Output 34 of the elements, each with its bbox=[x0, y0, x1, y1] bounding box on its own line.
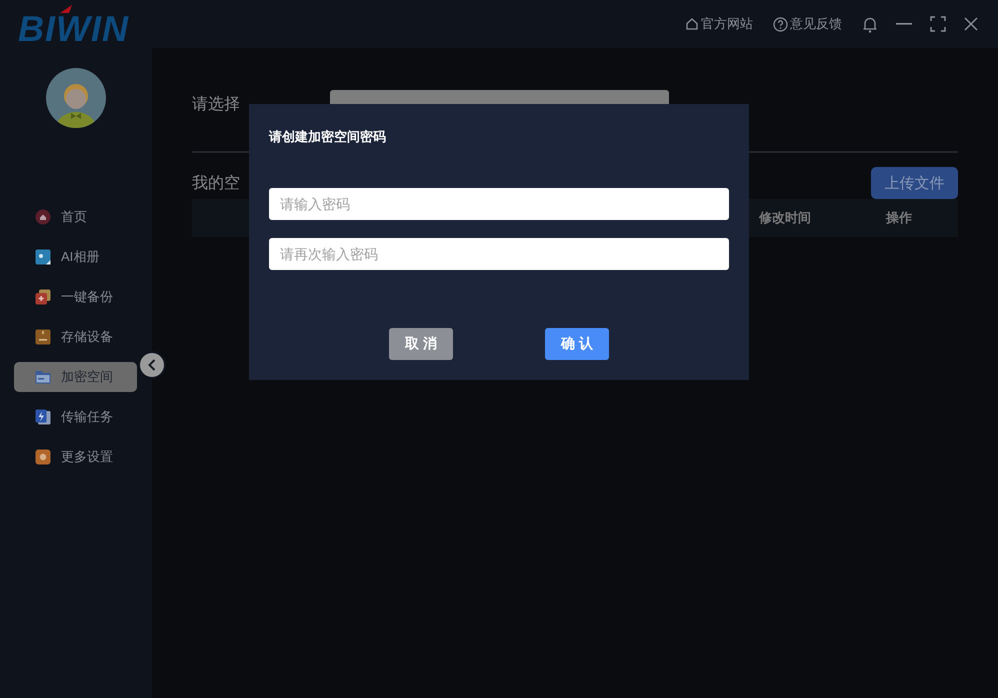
sidebar-item[interactable]: 更多设置 bbox=[14, 442, 137, 472]
dialog-title: 请创建加密空间密码 bbox=[269, 128, 387, 144]
help-icon bbox=[773, 16, 788, 32]
password-field[interactable]: 请输入密码 bbox=[269, 188, 729, 220]
collapse-button[interactable] bbox=[138, 351, 166, 379]
logo-accent-icon bbox=[60, 4, 72, 12]
cancel-button[interactable]: 取 消 bbox=[389, 328, 453, 360]
path-label: 请选择 bbox=[192, 94, 241, 114]
lightning-icon bbox=[35, 409, 51, 425]
upload-button[interactable]: 上传文件 bbox=[871, 167, 958, 199]
bell-icon[interactable] bbox=[862, 16, 878, 32]
minimize-icon[interactable] bbox=[896, 23, 912, 25]
sidebar-item[interactable]: 一键备份 bbox=[14, 282, 137, 312]
section-title: 我的空 bbox=[192, 174, 240, 194]
photo-icon bbox=[35, 249, 51, 265]
confirm-button[interactable]: 确 认 bbox=[545, 328, 609, 360]
home-icon bbox=[685, 17, 699, 31]
brand-logo: BIWIN bbox=[18, 14, 129, 44]
password-field[interactable]: 请再次输入密码 bbox=[269, 238, 729, 270]
sidebar-item[interactable]: AI相册 bbox=[14, 242, 137, 272]
backup-icon bbox=[35, 289, 51, 305]
sidebar-item[interactable]: 存储设备 bbox=[14, 322, 137, 352]
column-header: 修改时间 bbox=[758, 209, 812, 227]
close-icon[interactable] bbox=[964, 17, 978, 31]
folder-icon bbox=[35, 369, 51, 385]
column-header: 操作 bbox=[884, 209, 913, 227]
feedback-link[interactable]: 意见反馈 bbox=[773, 15, 842, 33]
website-link[interactable]: 官方网站 bbox=[685, 15, 753, 33]
house-icon bbox=[35, 209, 51, 225]
chevron-left-icon bbox=[148, 359, 156, 371]
sidebar-item[interactable]: 传输任务 bbox=[14, 402, 137, 432]
sidebar-item[interactable]: 加密空间 bbox=[14, 362, 137, 392]
sidebar-item[interactable]: 首页 bbox=[14, 202, 137, 232]
maximize-icon[interactable] bbox=[930, 16, 946, 32]
